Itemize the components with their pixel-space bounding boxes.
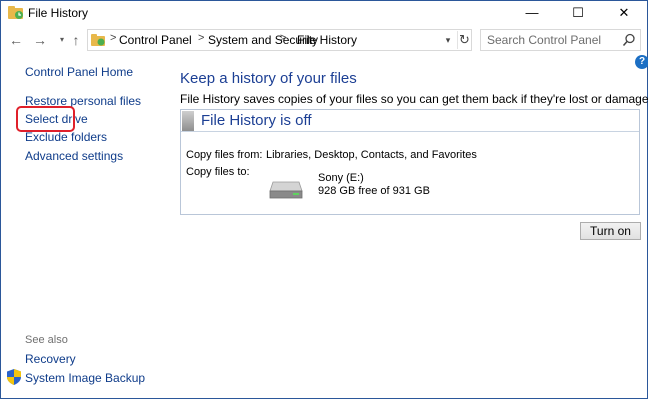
turn-on-button[interactable]: Turn on bbox=[580, 222, 641, 240]
breadcrumb-separator: > bbox=[198, 32, 205, 44]
search-icon[interactable] bbox=[622, 33, 636, 47]
search-placeholder: Search Control Panel bbox=[487, 33, 602, 47]
see-also-heading: See also bbox=[25, 334, 68, 346]
advanced-settings-link[interactable]: Advanced settings bbox=[25, 149, 123, 163]
forward-button[interactable]: → bbox=[31, 30, 49, 50]
drive-free-space: 928 GB free of 931 GB bbox=[318, 185, 430, 197]
status-panel: File History is off Copy files from: Lib… bbox=[180, 109, 640, 215]
back-button[interactable]: ← bbox=[7, 30, 25, 50]
shield-icon bbox=[7, 369, 21, 385]
drive-name: Sony (E:) bbox=[318, 172, 364, 184]
breadcrumb-file-history[interactable]: File History bbox=[297, 33, 357, 47]
copy-from-value: Libraries, Desktop, Contacts, and Favori… bbox=[266, 149, 477, 161]
breadcrumb-control-panel[interactable]: Control Panel bbox=[119, 33, 192, 47]
recovery-link[interactable]: Recovery bbox=[25, 352, 76, 366]
title-bar: File History — ☐ ✕ bbox=[1, 1, 647, 25]
copy-from-label: Copy files from: bbox=[186, 149, 263, 161]
highlight-annotation bbox=[16, 106, 75, 132]
file-history-window: File History — ☐ ✕ ← → ▾ ↑ > Control Pan… bbox=[0, 0, 648, 399]
navigation-bar: ← → ▾ ↑ > Control Panel > System and Sec… bbox=[1, 27, 647, 53]
drive-icon bbox=[269, 181, 303, 199]
page-description: File History saves copies of your files … bbox=[180, 92, 648, 106]
file-history-icon bbox=[8, 6, 23, 19]
help-icon[interactable]: ? bbox=[635, 55, 648, 69]
exclude-folders-link[interactable]: Exclude folders bbox=[25, 130, 107, 144]
breadcrumb-separator: > bbox=[280, 32, 287, 44]
breadcrumb-separator: > bbox=[110, 32, 117, 44]
page-title: Keep a history of your files bbox=[180, 70, 357, 87]
copy-to-label: Copy files to: bbox=[186, 166, 250, 178]
address-bar[interactable]: > Control Panel > System and Security > … bbox=[87, 29, 472, 51]
status-indicator-bar bbox=[182, 111, 194, 131]
status-header: File History is off bbox=[181, 110, 639, 132]
window-title: File History bbox=[28, 6, 89, 20]
system-image-backup-link[interactable]: System Image Backup bbox=[25, 371, 145, 385]
control-panel-home-link[interactable]: Control Panel Home bbox=[25, 65, 133, 79]
status-title: File History is off bbox=[201, 112, 312, 129]
minimize-button[interactable]: — bbox=[509, 1, 555, 25]
close-button[interactable]: ✕ bbox=[601, 1, 647, 25]
address-dropdown-icon[interactable]: ▾ bbox=[442, 32, 454, 48]
up-button[interactable]: ↑ bbox=[67, 30, 85, 50]
left-pane: Control Panel Home Restore personal file… bbox=[1, 57, 171, 397]
search-input[interactable]: Search Control Panel bbox=[480, 29, 641, 51]
refresh-icon[interactable]: ↻ bbox=[457, 31, 471, 49]
maximize-button[interactable]: ☐ bbox=[555, 1, 601, 25]
control-panel-icon bbox=[91, 34, 105, 46]
